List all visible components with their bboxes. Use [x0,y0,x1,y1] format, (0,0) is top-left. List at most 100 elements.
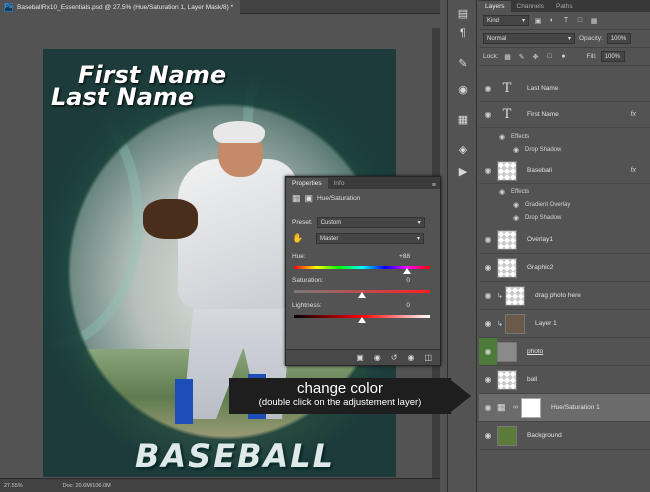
clip-to-layer-icon[interactable]: ▣ [356,353,364,362]
eye-icon[interactable]: ◉ [479,110,497,119]
zoom-level[interactable]: 27.55% [4,483,23,489]
eye-icon[interactable]: ◉ [479,84,497,93]
fx-icon[interactable]: fx [631,111,636,118]
eye-icon[interactable]: ◉ [507,201,525,209]
layer-name[interactable]: Hue/Saturation 1 [551,404,600,411]
layer-name[interactable]: drag photo here [535,292,581,299]
eye-icon[interactable]: ◉ [493,133,511,141]
view-previous-icon[interactable]: ◉ [374,353,381,362]
effect-row[interactable]: ◉ Drop Shadow [479,211,650,224]
brush-settings-icon[interactable]: ✎ [454,54,472,72]
mask-icon[interactable]: ▣ [305,193,314,204]
tab-paths[interactable]: Paths [550,1,579,12]
layer-row[interactable]: ◉ photo [479,338,650,366]
pixel-filter-icon[interactable]: ▣ [533,16,543,26]
tab-properties[interactable]: Properties [286,178,328,189]
lock-position-icon[interactable]: ✥ [531,52,541,62]
blend-mode-select[interactable]: Normal ▾ [483,33,575,44]
eye-icon[interactable]: ◉ [507,146,525,154]
opacity-field[interactable]: 100% [606,33,631,44]
document-tab[interactable]: Ps BaseballRx10_Essentials.psd @ 27.5% (… [0,0,240,14]
eye-icon[interactable]: ◉ [479,431,497,440]
targeted-adjustment-hand-icon[interactable]: ✋ [292,233,312,244]
shape-filter-icon[interactable]: □ [575,16,585,26]
fill-label: Fill: [586,53,597,60]
layer-name[interactable]: Baseball [527,167,552,174]
hue-value[interactable]: +88 [399,253,410,260]
eye-icon[interactable]: ◉ [479,375,497,384]
filter-kind-select[interactable]: Kind ▾ [483,15,529,26]
lock-transparent-icon[interactable]: ▦ [503,52,513,62]
layer-row[interactable]: ◉ Baseball fx [479,158,650,184]
tab-info[interactable]: Info [328,178,351,189]
paragraph-icon[interactable]: ¶ [454,24,472,42]
layer-row[interactable]: ◉ ball [479,366,650,394]
navigator-icon[interactable]: ◉ [454,80,472,98]
channel-select[interactable]: Master ▾ [316,233,424,244]
tab-layers[interactable]: Layers [479,1,511,12]
layer-name[interactable]: Last Name [527,85,558,92]
layer-row[interactable]: ◉ ↳ Layer 1 [479,310,650,338]
type-filter-icon[interactable]: T [561,16,571,26]
layer-name[interactable]: Layer 1 [535,320,557,327]
hue-slider-handle[interactable] [402,268,411,274]
smart-object-filter-icon[interactable]: ▦ [589,16,599,26]
adjustment-filter-icon[interactable]: ◐ [547,16,557,26]
fx-icon[interactable]: fx [631,167,636,174]
paint-icon[interactable]: ◈ [454,140,472,158]
history-icon[interactable]: ▤ [454,4,472,22]
effect-row[interactable]: ◉ Gradient Overlay [479,198,650,211]
visibility-eye-icon[interactable]: ◉ [407,353,414,362]
chevron-down-icon: ▾ [416,236,420,242]
eye-icon[interactable]: ◉ [479,291,497,300]
layer-name[interactable]: First Name [527,111,559,118]
adjustment-title: Hue/Saturation [317,195,361,202]
lock-all-icon[interactable]: ● [559,52,569,62]
eye-icon[interactable]: ◉ [493,188,511,196]
layer-name[interactable]: Background [527,432,562,439]
preset-row: Preset: Custom ▾ [292,217,425,228]
preset-select[interactable]: Custom ▾ [316,217,425,228]
layer-mask-thumbnail[interactable] [521,397,541,418]
layers-panel: Layers Channels Paths Kind ▾ ▣ ◐ T □ ▦ N… [479,0,650,492]
eye-icon[interactable]: ◉ [479,235,497,244]
lightness-value[interactable]: 0 [406,302,410,309]
layer-row[interactable]: ◉ ↳ drag photo here [479,282,650,310]
effects-row[interactable]: ◉ Effects [479,130,650,143]
layer-row[interactable]: ◉ T First Name fx [479,102,650,128]
tab-channels[interactable]: Channels [511,1,550,12]
layer-row[interactable]: ◉ Overlay1 [479,226,650,254]
layer-row-selected[interactable]: ◉ ▦ ∞ Hue/Saturation 1 [479,394,650,422]
eye-icon[interactable]: ◉ [507,214,525,222]
layer-name[interactable]: photo [527,348,543,355]
layer-row[interactable]: ◉ Graphic2 [479,254,650,282]
eye-icon[interactable]: ◉ [479,338,497,365]
chevron-down-icon: ▾ [521,18,525,24]
lock-paint-icon[interactable]: ✎ [517,52,527,62]
effects-row[interactable]: ◉ Effects [479,185,650,198]
layer-name[interactable]: ball [527,376,537,383]
trash-icon[interactable]: ◫ [424,353,432,362]
saturation-value[interactable]: 0 [406,277,410,284]
layer-row[interactable]: ◉ Background [479,422,650,450]
lightness-slider-handle[interactable] [358,317,366,323]
eye-icon[interactable]: ◉ [479,263,497,272]
layer-row[interactable]: ◉ T Last Name [479,76,650,102]
effect-name: Drop Shadow [525,214,562,221]
eye-icon[interactable]: ◉ [479,403,497,412]
swatches-icon[interactable]: ▦ [454,110,472,128]
lock-artboard-icon[interactable]: □ [545,52,555,62]
reset-icon[interactable]: ↺ [391,353,398,362]
panel-menu-icon[interactable]: ≡ [432,182,436,189]
layer-name[interactable]: Graphic2 [527,264,553,271]
annotation-title: change color [297,380,383,397]
panel-tool-strip: ▤ ¶ ✎ ◉ ▦ ◈ ▶ [447,0,477,492]
fill-field[interactable]: 100% [600,51,625,62]
play-icon[interactable]: ▶ [454,162,472,180]
layer-thumbnail [505,313,525,334]
eye-icon[interactable]: ◉ [479,319,497,328]
saturation-slider-handle[interactable] [358,292,366,298]
layer-name[interactable]: Overlay1 [527,236,553,243]
effect-row[interactable]: ◉ Drop Shadow [479,143,650,156]
eye-icon[interactable]: ◉ [479,166,497,175]
